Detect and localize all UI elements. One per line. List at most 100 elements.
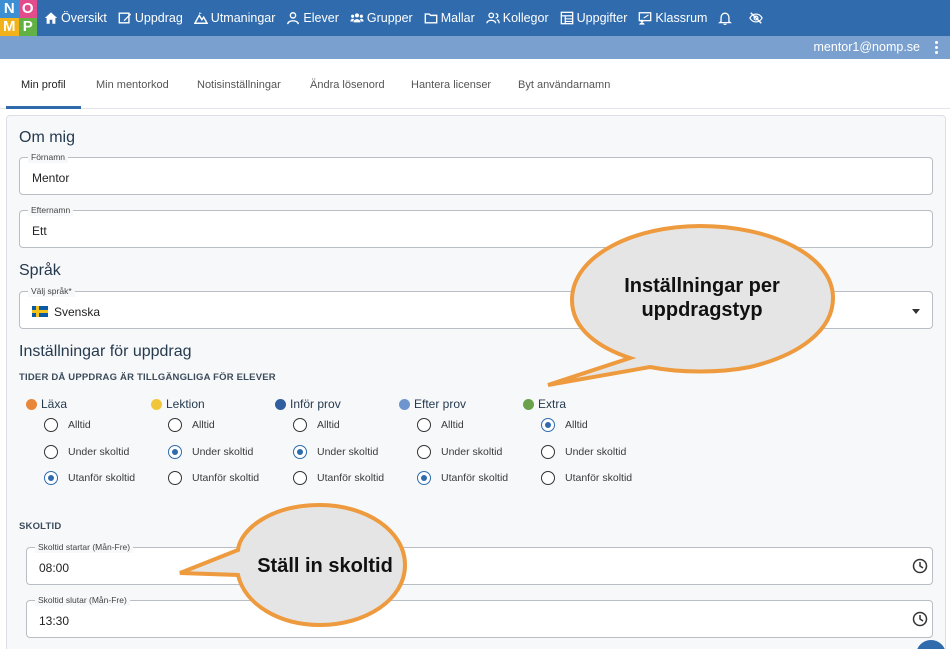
- schooltime-end-value: 13:30: [39, 614, 70, 628]
- radio-label: Under skoltid: [565, 446, 627, 458]
- schooltime-start-field[interactable]: Skoltid startar (Mån-Fre) 08:00: [26, 542, 933, 585]
- nav-item-uppgifter[interactable]: Uppgifter: [560, 11, 628, 25]
- radio-extra-alltid[interactable]: Alltid: [541, 418, 588, 432]
- radio-infor-prov-under-skoltid[interactable]: Under skoltid: [293, 445, 378, 459]
- callout-top-line1: Inställningar per: [624, 275, 780, 297]
- category-efter-prov: Efter prov: [399, 397, 466, 411]
- nav-item-kollegor[interactable]: Kollegor: [485, 11, 549, 25]
- category-label: Inför prov: [290, 397, 341, 411]
- home-icon: [44, 12, 58, 24]
- schooltime-end-field[interactable]: Skoltid slutar (Mån-Fre) 13:30: [26, 595, 933, 638]
- radio-circle: [44, 418, 58, 432]
- nav-item-label: Elever: [303, 11, 339, 25]
- radio-laxa-alltid[interactable]: Alltid: [44, 418, 91, 432]
- schooltime-end-label: Skoltid slutar (Mån-Fre): [35, 595, 130, 606]
- category-dot: [399, 398, 410, 410]
- category-dot: [523, 398, 534, 410]
- schooltime-start-value: 08:00: [39, 561, 70, 575]
- tab-byt-anvandarnamn[interactable]: Byt användarnamn: [518, 79, 610, 91]
- about-me-heading: Om mig: [19, 129, 75, 146]
- swedish-flag-icon: [32, 306, 48, 317]
- active-tab-indicator: [6, 106, 81, 109]
- radio-circle: [541, 445, 555, 459]
- tab-andra-losenord[interactable]: Ändra lösenord: [310, 79, 385, 91]
- nav-item-label: Uppgifter: [576, 11, 628, 25]
- radio-extra-utanfor-skoltid[interactable]: Utanför skoltid: [541, 471, 632, 485]
- logo-letter-p: P: [18, 18, 37, 36]
- radio-efter-prov-under-skoltid[interactable]: Under skoltid: [417, 445, 502, 459]
- tab-min-mentorkod[interactable]: Min mentorkod: [96, 79, 169, 91]
- user-email: mentor1@nomp.se: [813, 40, 921, 54]
- assignment-settings-heading: Inställningar för uppdrag: [19, 343, 192, 360]
- radio-infor-prov-alltid[interactable]: Alltid: [293, 418, 340, 432]
- hide-toggle-button[interactable]: [749, 11, 764, 25]
- eye-off-icon: [749, 12, 764, 24]
- nav-item-label: Översikt: [61, 11, 107, 25]
- clock-icon[interactable]: [912, 611, 928, 627]
- radio-efter-prov-alltid[interactable]: Alltid: [417, 418, 464, 432]
- firstname-field[interactable]: Förnamn Mentor: [19, 152, 933, 195]
- chevron-down-icon[interactable]: [912, 309, 920, 314]
- radio-efter-prov-utanfor-skoltid[interactable]: Utanför skoltid: [417, 471, 508, 485]
- tab-notisinstallningar[interactable]: Notisinställningar: [197, 79, 281, 91]
- lastname-value: Ett: [32, 224, 47, 238]
- nav-item-mallar[interactable]: Mallar: [424, 11, 475, 25]
- nav-item-elever[interactable]: Elever: [286, 11, 339, 25]
- top-navigation-bar: N O M P Översikt Uppdrag Utmaningar Elev…: [0, 0, 950, 36]
- category-label: Efter prov: [414, 397, 467, 411]
- lastname-field[interactable]: Efternamn Ett: [19, 205, 933, 248]
- radio-label: Utanför skoltid: [565, 472, 633, 484]
- nav-item-label: Uppdrag: [134, 11, 183, 25]
- nav-item-label: Grupper: [366, 11, 413, 25]
- callout-top-text: Inställningar per uppdragstyp: [597, 274, 807, 322]
- radio-label: Under skoltid: [68, 446, 130, 458]
- radio-circle: [293, 471, 307, 485]
- nav-items: Översikt Uppdrag Utmaningar Elever Grupp…: [44, 0, 780, 36]
- radio-label: Alltid: [565, 419, 588, 431]
- callout-bottom-text: Ställ in skoltid: [257, 555, 393, 577]
- notifications-button[interactable]: [718, 11, 733, 25]
- language-value: Svenska: [54, 305, 101, 319]
- radio-label: Utanför skoltid: [68, 472, 136, 484]
- radio-circle-selected: [168, 445, 182, 459]
- nav-item-utmaningar[interactable]: Utmaningar: [193, 11, 275, 25]
- user-bar: mentor1@nomp.se: [0, 36, 950, 59]
- nav-item-label: Kollegor: [502, 11, 549, 25]
- lastname-label: Efternamn: [28, 205, 74, 216]
- profile-card: Om mig Förnamn Mentor Efternamn Ett Språ…: [6, 115, 946, 649]
- nav-item-label: Mallar: [440, 11, 475, 25]
- category-dot: [26, 398, 37, 410]
- radio-lektion-alltid[interactable]: Alltid: [168, 418, 215, 432]
- clock-icon[interactable]: [912, 558, 928, 574]
- firstname-label: Förnamn: [28, 152, 69, 163]
- radio-lektion-under-skoltid[interactable]: Under skoltid: [168, 445, 253, 459]
- radio-circle: [417, 418, 431, 432]
- mountain-icon: [193, 12, 208, 24]
- category-label: Läxa: [41, 397, 68, 411]
- tab-min-profil[interactable]: Min profil: [21, 79, 66, 91]
- radio-circle: [44, 445, 58, 459]
- nav-item-klassrum[interactable]: Klassrum: [638, 11, 707, 25]
- nav-item-grupper[interactable]: Grupper: [350, 11, 413, 25]
- radio-label: Utanför skoltid: [192, 472, 260, 484]
- radio-infor-prov-utanfor-skoltid[interactable]: Utanför skoltid: [293, 471, 384, 485]
- nomp-logo[interactable]: N O M P: [0, 0, 37, 36]
- more-options-button[interactable]: [932, 40, 940, 55]
- radio-extra-under-skoltid[interactable]: Under skoltid: [541, 445, 626, 459]
- bell-icon: [718, 12, 733, 25]
- radio-circle: [417, 445, 431, 459]
- nav-item-oversikt[interactable]: Översikt: [44, 11, 107, 25]
- person-icon: [287, 12, 300, 25]
- radio-laxa-utanfor-skoltid[interactable]: Utanför skoltid: [44, 471, 135, 485]
- radio-laxa-under-skoltid[interactable]: Under skoltid: [44, 445, 129, 459]
- radio-lektion-utanfor-skoltid[interactable]: Utanför skoltid: [168, 471, 259, 485]
- schooltime-start-label: Skoltid startar (Mån-Fre): [35, 542, 134, 553]
- nav-item-uppdrag[interactable]: Uppdrag: [118, 11, 183, 25]
- kebab-dot: [934, 46, 938, 49]
- radio-label: Alltid: [441, 419, 464, 431]
- logo-letter-o: O: [18, 0, 37, 18]
- tab-hantera-licenser[interactable]: Hantera licenser: [411, 79, 491, 91]
- radio-label: Under skoltid: [441, 446, 503, 458]
- radio-circle: [293, 418, 307, 432]
- category-dot: [275, 398, 286, 410]
